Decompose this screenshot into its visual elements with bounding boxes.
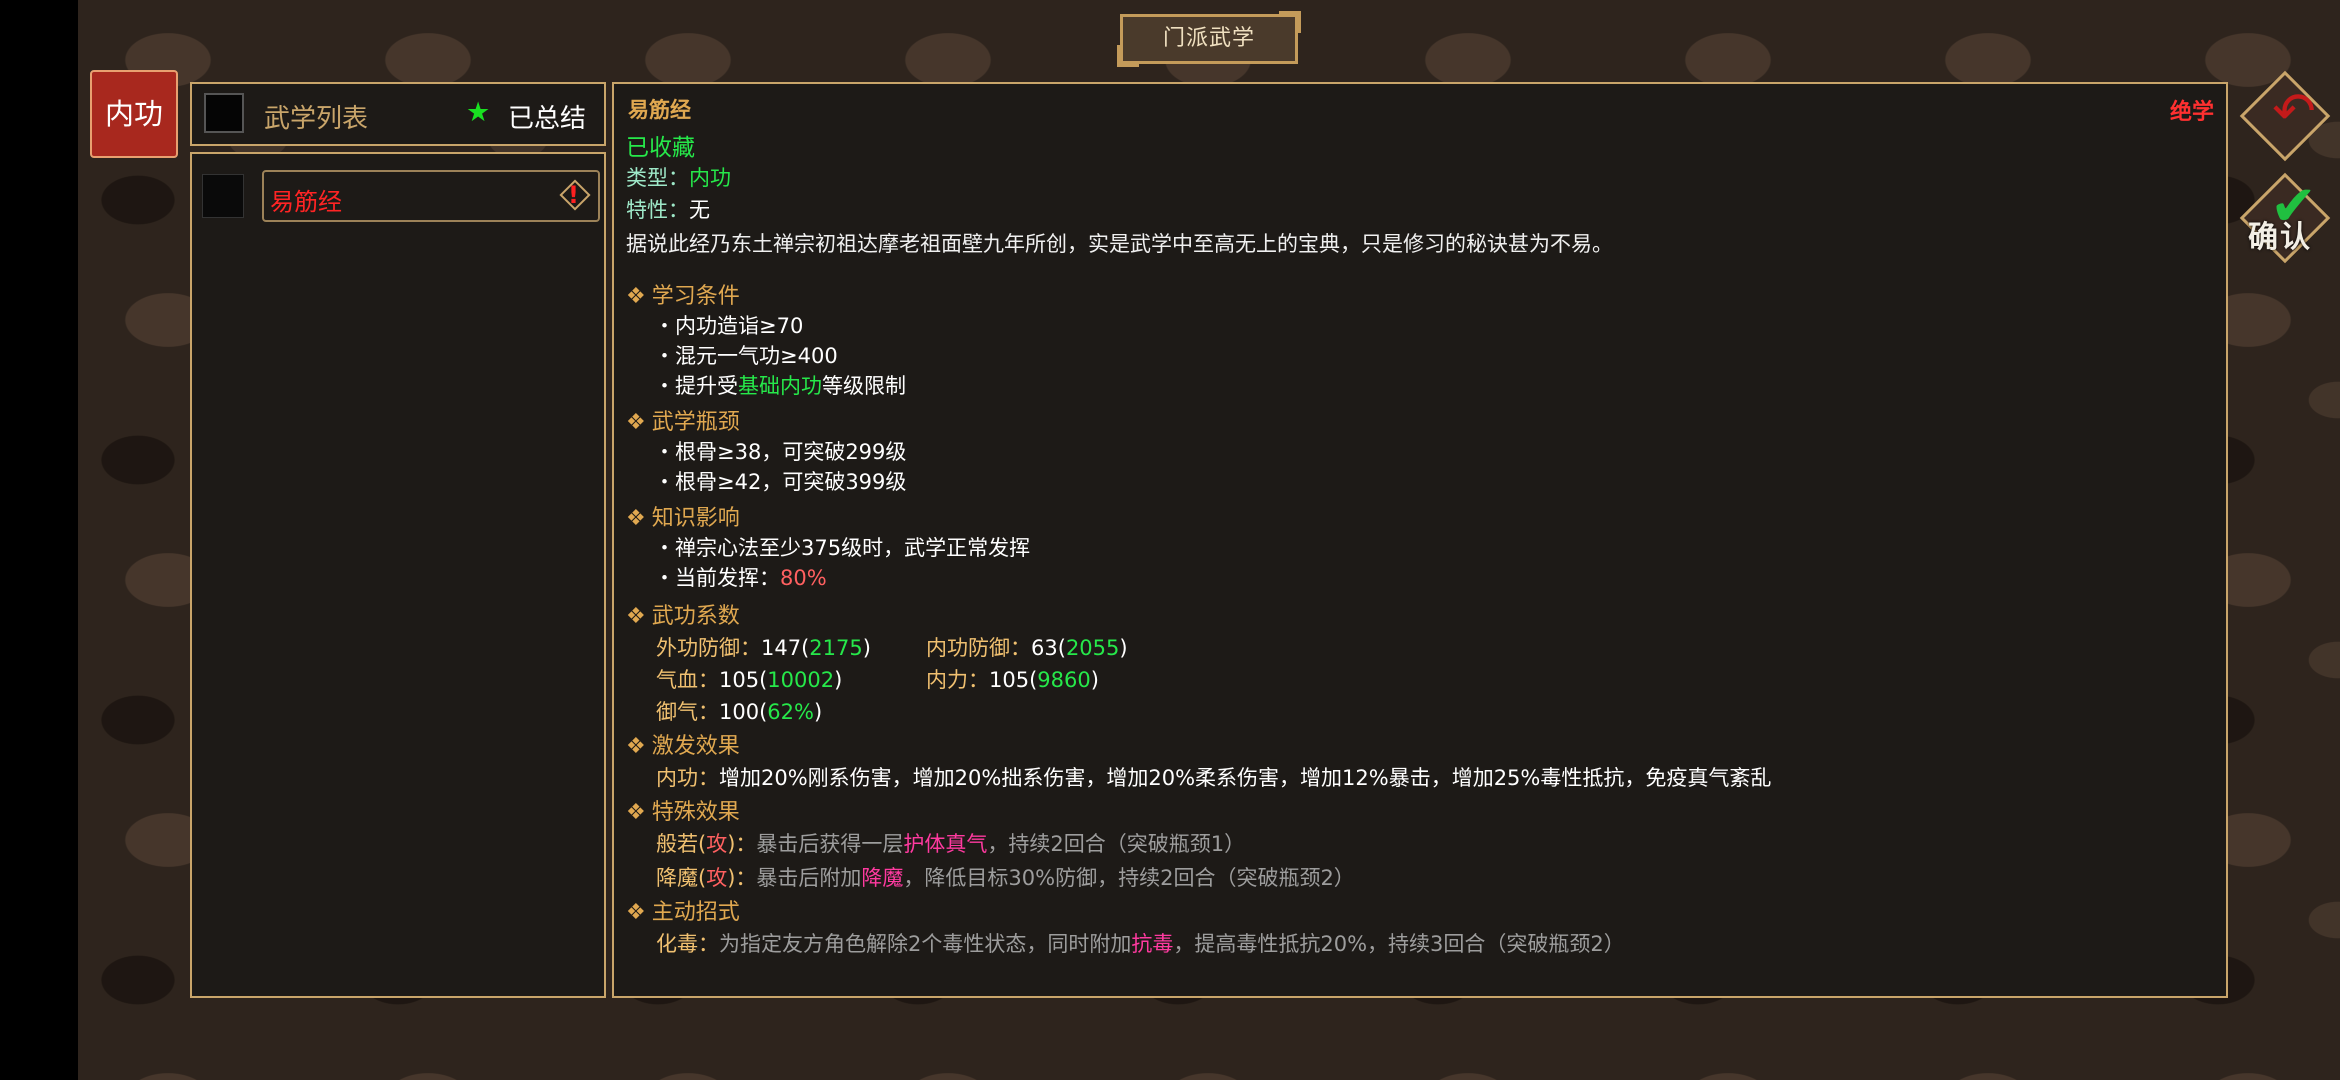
special-effect-2: 降魔(攻)：暴击后附加降魔，降低目标30%防御，持续2回合（突破瓶颈2） (656, 866, 1355, 890)
coeff-inner-def: 内功防御：63(2055) (926, 636, 1128, 660)
list-header: 武学列表 ★ 已总结 (190, 82, 606, 146)
trait-row: 特性：无 (626, 194, 710, 224)
bottleneck-line-1: ・根骨≥38，可突破299级 (654, 440, 907, 464)
page-title: 门派武学 (1162, 26, 1255, 51)
collected-status: 已收藏 (626, 135, 695, 161)
type-row: 类型：内功 (626, 162, 731, 192)
list-title: 武学列表 (264, 104, 369, 134)
star-icon: ★ (466, 97, 491, 128)
header-banner: 门派武学 (1117, 11, 1301, 67)
knowledge-line-2: ・当前发挥：80% (654, 566, 827, 590)
diamond-icon: ❖ (626, 284, 646, 309)
list-item[interactable]: 易筋经 ! (202, 170, 602, 226)
coeff-outer-def: 外功防御：147(2175) (656, 636, 871, 660)
learn-line-2: ・混元一气功≥400 (654, 344, 838, 368)
knowledge-line-1: ・禅宗心法至少375级时，武学正常发挥 (654, 536, 1031, 560)
confirm-label: 确认 (2248, 220, 2312, 255)
bottleneck-line-2: ・根骨≥42，可突破399级 (654, 470, 907, 494)
skill-entry-button[interactable]: 易筋经 ! (262, 170, 600, 222)
description: 据说此经乃东土禅宗初祖达摩老祖面壁九年所创，实是武学中至高无上的宝典，只是修习的… (626, 232, 1613, 256)
banner-corner-right (1279, 11, 1301, 33)
section-active-title: ❖ 主动招式 (626, 900, 740, 925)
banner-corner-left (1117, 45, 1139, 67)
summary-filter[interactable]: 已总结 (508, 98, 586, 135)
section-trigger-title: ❖ 激发效果 (626, 734, 740, 759)
diamond-icon: ❖ (626, 410, 646, 435)
learn-line-3: ・提升受基础内功等级限制 (654, 374, 906, 398)
type-label: 类型： (626, 166, 689, 190)
section-coeff-title: ❖ 武功系数 (626, 604, 740, 629)
skill-detail-panel: 易筋经 绝学 已收藏 类型：内功 特性：无 据说此经乃东土禅宗初祖达摩老祖面壁九… (612, 82, 2228, 998)
diamond-icon: ❖ (626, 604, 646, 629)
diamond-icon: ❖ (626, 900, 646, 925)
diamond-icon: ❖ (626, 734, 646, 759)
diamond-icon: ❖ (626, 506, 646, 531)
tab-label: 内功 (104, 97, 163, 131)
coeff-mp: 内力：105(9860) (926, 668, 1099, 692)
coeff-hp: 气血：105(10002) (656, 668, 843, 692)
exclamation-icon: ! (568, 181, 579, 209)
detail-skill-name: 易筋经 (628, 98, 691, 122)
diamond-icon: ❖ (626, 800, 646, 825)
select-all-checkbox[interactable] (204, 93, 244, 133)
coeff-yuqi: 御气：100(62%) (656, 700, 823, 724)
trait-label: 特性： (626, 198, 689, 222)
return-arrow-icon: ↶ (2272, 82, 2316, 142)
trait-value: 无 (689, 198, 710, 222)
section-bottleneck-title: ❖ 武学瓶颈 (626, 410, 740, 435)
item-checkbox[interactable] (202, 174, 244, 218)
special-effect-1: 般若(攻)：暴击后获得一层护体真气，持续2回合（突破瓶颈1） (656, 832, 1246, 856)
section-special-title: ❖ 特殊效果 (626, 800, 740, 825)
section-learn-title: ❖ 学习条件 (626, 284, 740, 309)
rarity-badge: 绝学 (2169, 100, 2214, 125)
active-skill-line: 化毒：为指定友方角色解除2个毒性状态，同时附加抗毒，提高毒性抵抗20%，持续3回… (656, 932, 1625, 956)
skill-name: 易筋经 (270, 188, 342, 216)
trigger-line: 内功：增加20%刚系伤害，增加20%拙系伤害，增加20%柔系伤害，增加12%暴击… (656, 766, 1772, 790)
learn-line-1: ・内功造诣≥70 (654, 314, 804, 338)
tab-neigong[interactable]: 内功 (90, 70, 178, 158)
skill-list: 易筋经 ! (190, 152, 606, 998)
section-knowledge-title: ❖ 知识影响 (626, 506, 740, 531)
type-value: 内功 (689, 166, 731, 190)
